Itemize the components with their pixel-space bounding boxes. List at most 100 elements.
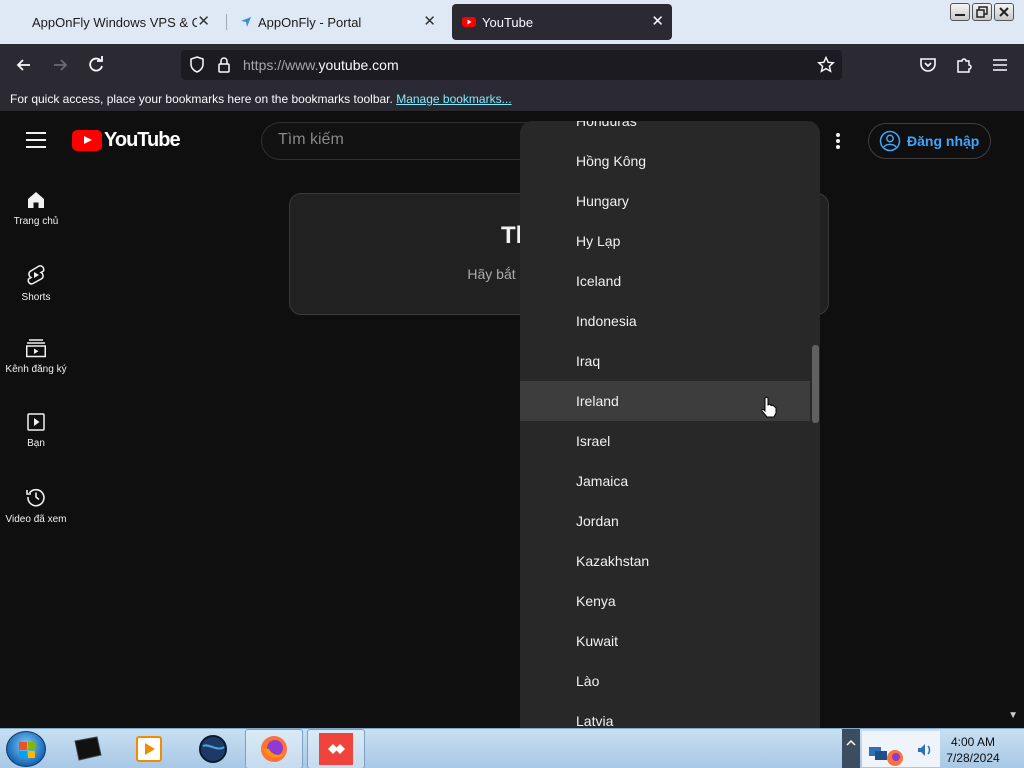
- tab-close-icon[interactable]: ✕: [423, 13, 436, 31]
- browser-tab-strip: AppOnFly Windows VPS & Cloud ✕ AppOnFly …: [0, 0, 1024, 44]
- search-input[interactable]: [278, 131, 518, 149]
- guide-item-shorts[interactable]: Shorts: [0, 242, 72, 316]
- lock-icon[interactable]: [217, 56, 231, 74]
- country-option[interactable]: Kazakhstan: [520, 541, 810, 581]
- country-option[interactable]: Honduras: [520, 121, 810, 141]
- taskbar-app-terminal[interactable]: [58, 729, 116, 768]
- guide-menu-icon[interactable]: [26, 132, 46, 148]
- taskbar-app-media-player[interactable]: [120, 729, 178, 768]
- firefox-tray-icon[interactable]: [886, 749, 904, 767]
- guide-item-label: Trang chủ: [13, 216, 59, 227]
- guide-item-label: Kênh đăng ký: [5, 364, 67, 375]
- media-player-icon: [136, 736, 162, 762]
- guide-item-label: Video đã xem: [5, 514, 67, 525]
- youtube-logo-text: YouTube: [104, 129, 181, 151]
- system-clock[interactable]: 4:00 AM 7/28/2024: [940, 734, 1006, 766]
- url-bar[interactable]: https://www.youtube.com: [181, 50, 842, 80]
- country-list: Honduras Hồng Kông Hungary Hy Lạp Iceland Ind…: [520, 121, 810, 728]
- minimize-button[interactable]: [950, 3, 970, 21]
- close-icon: [999, 7, 1009, 17]
- clock-date: 7/28/2024: [946, 751, 1000, 765]
- history-icon: [26, 488, 45, 507]
- dropdown-scrollbar-thumb[interactable]: [812, 345, 819, 423]
- account-circle-icon: [879, 130, 901, 152]
- manage-bookmarks-link[interactable]: Manage bookmarks...: [396, 92, 511, 106]
- extensions-puzzle-icon[interactable]: [954, 55, 974, 75]
- send-arrow-icon: [241, 17, 251, 27]
- tray-overflow-button[interactable]: [842, 729, 860, 768]
- subscriptions-icon: [26, 339, 46, 358]
- restore-icon: [976, 6, 988, 18]
- volume-icon[interactable]: [916, 741, 934, 759]
- country-option[interactable]: Indonesia: [520, 301, 810, 341]
- guide-item-label: Bạn: [27, 438, 45, 449]
- country-option[interactable]: Kuwait: [520, 621, 810, 661]
- tab-apponfly-portal[interactable]: AppOnFly - Portal ✕: [230, 4, 444, 40]
- youtube-play-icon: [72, 130, 102, 151]
- country-dropdown[interactable]: Honduras Hồng Kông Hungary Hy Lạp Iceland Ind…: [520, 121, 820, 728]
- guide-item-you[interactable]: Bạn: [0, 390, 72, 464]
- system-tray-icons: [862, 731, 940, 767]
- guide-item-history[interactable]: Video đã xem: [0, 464, 72, 538]
- sign-in-button[interactable]: Đăng nhập: [868, 123, 991, 159]
- youtube-page: YouTube Đăng nhập Trang chủ Shorts Kênh …: [0, 112, 1024, 728]
- page-scroll-down-icon[interactable]: ▼: [1008, 710, 1018, 721]
- tab-youtube[interactable]: YouTube ✕: [452, 4, 672, 40]
- tab-close-icon[interactable]: ✕: [197, 13, 210, 31]
- country-option[interactable]: Hungary: [520, 181, 810, 221]
- url-text[interactable]: https://www.youtube.com: [243, 57, 399, 73]
- guide-item-subscriptions[interactable]: Kênh đăng ký: [0, 316, 72, 390]
- guide-item-label: Shorts: [21, 292, 51, 303]
- pocket-icon[interactable]: [918, 55, 938, 75]
- restore-button[interactable]: [972, 3, 992, 21]
- country-option[interactable]: Latvia: [520, 701, 810, 728]
- shield-icon[interactable]: [189, 56, 205, 74]
- reload-icon[interactable]: [86, 55, 106, 75]
- country-option[interactable]: Hồng Kông: [520, 141, 810, 181]
- app-menu-icon[interactable]: [990, 55, 1010, 75]
- country-option[interactable]: Lào: [520, 661, 810, 701]
- tab-close-icon[interactable]: ✕: [651, 13, 664, 31]
- tab-separator: [226, 14, 227, 30]
- shorts-icon: [27, 265, 45, 285]
- taskbar-app-anydesk[interactable]: [307, 729, 365, 768]
- minimize-icon: [955, 14, 965, 16]
- taskbar-app-firefox[interactable]: [245, 729, 303, 768]
- window-controls: [950, 3, 1014, 21]
- bookmarks-toolbar: For quick access, place your bookmarks h…: [0, 86, 1024, 112]
- tab-apponfly-vps[interactable]: AppOnFly Windows VPS & Cloud ✕: [22, 4, 218, 40]
- terminal-window-icon: [74, 736, 102, 761]
- tab-title: AppOnFly - Portal: [258, 14, 362, 30]
- windows-taskbar: 4:00 AM 7/28/2024: [0, 728, 1024, 768]
- globe-icon: [199, 735, 227, 763]
- bookmarks-message: For quick access, place your bookmarks h…: [10, 92, 393, 106]
- url-scheme: https://www.: [243, 57, 319, 73]
- close-window-button[interactable]: [994, 3, 1014, 21]
- taskbar-app-globe[interactable]: [184, 729, 242, 768]
- forward-arrow-icon[interactable]: [50, 55, 70, 75]
- country-option[interactable]: Jordan: [520, 501, 810, 541]
- youtube-logo[interactable]: YouTube: [72, 129, 181, 152]
- anydesk-icon: [319, 733, 353, 765]
- country-option[interactable]: Iraq: [520, 341, 810, 381]
- country-option[interactable]: Kenya: [520, 581, 810, 621]
- country-option[interactable]: Iceland: [520, 261, 810, 301]
- firefox-icon: [261, 736, 287, 762]
- hand-cursor-icon: [761, 396, 777, 418]
- tab-title: AppOnFly Windows VPS & Cloud: [32, 14, 197, 30]
- country-option[interactable]: Israel: [520, 421, 810, 461]
- guide-item-home[interactable]: Trang chủ: [0, 168, 72, 242]
- youtube-masthead: YouTube Đăng nhập: [0, 112, 1024, 168]
- network-icon[interactable]: [868, 745, 888, 763]
- youtube-favicon-icon: [462, 17, 476, 27]
- country-option[interactable]: Jamaica: [520, 461, 810, 501]
- settings-kebab-icon[interactable]: [836, 133, 842, 149]
- bookmark-star-icon[interactable]: [817, 56, 835, 74]
- start-button[interactable]: [6, 731, 46, 767]
- search-box[interactable]: [261, 122, 541, 160]
- url-host: youtube.com: [318, 57, 399, 73]
- you-icon: [27, 413, 45, 431]
- country-option[interactable]: Hy Lạp: [520, 221, 810, 261]
- back-arrow-icon[interactable]: [14, 55, 34, 75]
- chevron-up-icon: [846, 739, 856, 746]
